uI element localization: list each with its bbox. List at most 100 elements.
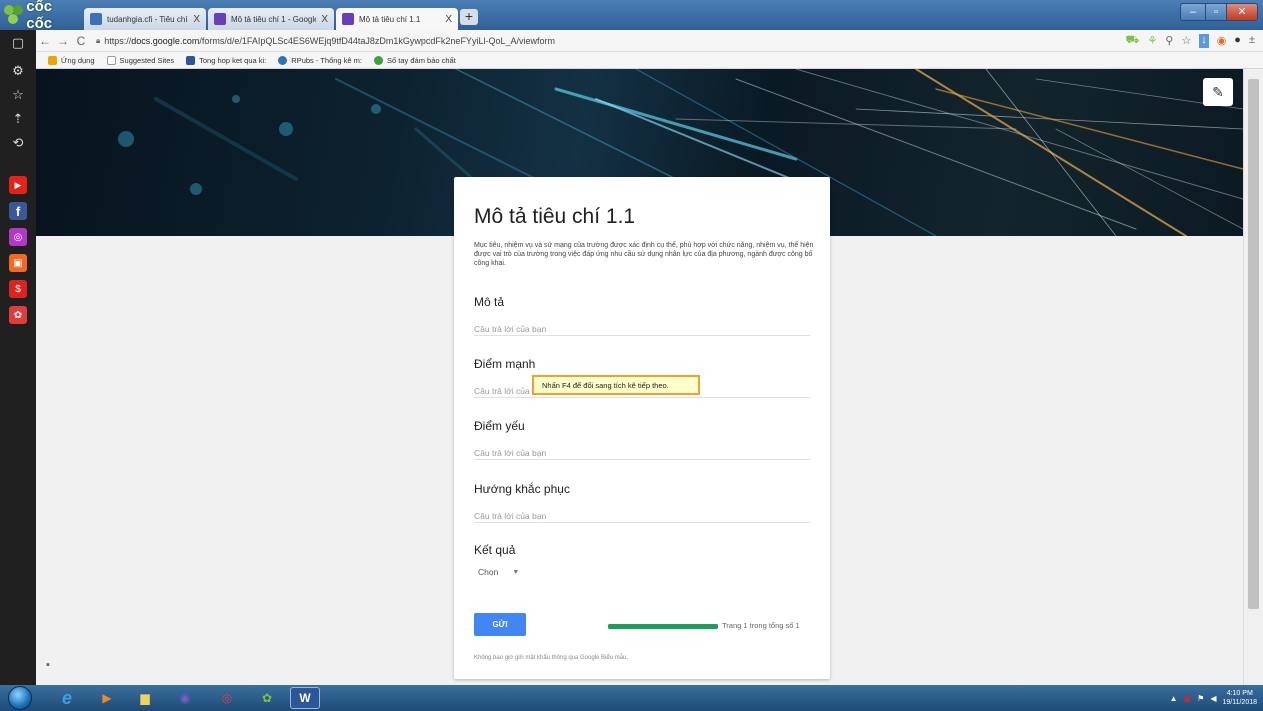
windows-taskbar: e ▶ ▆ ◉ ◎ ✿ W ▲ ▣ ⚑ ◀ 4:10 PM 19/11/2018 bbox=[0, 685, 1263, 711]
url-text: https://docs.google.com/forms/d/e/1FAIpQ… bbox=[104, 35, 555, 46]
word-icon[interactable]: W bbox=[290, 687, 320, 709]
question-ket-qua: Kết quả Chọn ▼ bbox=[474, 543, 810, 577]
form-title: Mô tả tiêu chí 1.1 bbox=[474, 205, 636, 228]
download-icon[interactable]: ↓ bbox=[1199, 34, 1209, 48]
close-tab-icon[interactable]: X bbox=[193, 14, 200, 25]
forms-favicon-icon bbox=[342, 13, 354, 25]
rpubs-icon bbox=[278, 55, 288, 65]
url-field[interactable]: 🔒︎ https://docs.google.com/forms/d/e/1FA… bbox=[96, 36, 555, 46]
back-icon[interactable]: ← bbox=[36, 34, 54, 48]
tray-arrow-icon[interactable]: ▲ bbox=[1170, 694, 1178, 703]
bookmark-tong-hop[interactable]: Tong hop ket qua ki: bbox=[186, 55, 266, 65]
bookmarks-star-icon[interactable]: ☆ bbox=[9, 86, 27, 104]
tab-label: tudanhgia.cfi - Tiêu chí 1 bbox=[107, 14, 189, 24]
keyboard-hint-tooltip: Nhấn F4 để đổi sang tích kê tiếp theo. bbox=[532, 375, 700, 395]
toolbar-icons: ⛟ ⚘ ⚲ ☆ ↓ ◉ ● ± bbox=[1126, 34, 1255, 48]
tab-active-form[interactable]: Mô tả tiêu chí 1.1 X bbox=[336, 8, 458, 30]
form-page: ✎ Mô tả tiêu chí 1.1 Mục tiêu, nhiệm vụ … bbox=[36, 69, 1243, 685]
cart-icon[interactable]: ⛟ bbox=[1126, 34, 1140, 48]
answer-diem-yeu-input[interactable] bbox=[474, 446, 810, 460]
history-icon[interactable]: ⟲ bbox=[9, 134, 27, 152]
form-card: Mô tả tiêu chí 1.1 Mục tiêu, nhiệm vụ và… bbox=[454, 177, 830, 679]
question-label: Điểm yếu bbox=[474, 419, 525, 433]
zoom-icon[interactable]: ⚲ bbox=[1165, 34, 1173, 48]
forward-icon[interactable]: → bbox=[54, 34, 72, 48]
tabs-panel-icon[interactable]: ▢ bbox=[9, 34, 27, 52]
tab-google-form[interactable]: Mô tả tiêu chí 1 - Google X bbox=[208, 8, 334, 30]
answer-mo-ta-input[interactable] bbox=[474, 322, 810, 336]
question-label: Điểm mạnh bbox=[474, 357, 536, 371]
action-center-icon[interactable]: ⚑ bbox=[1197, 694, 1204, 703]
question-diem-yeu: Điểm yếu bbox=[474, 419, 810, 461]
scrollbar-thumb[interactable] bbox=[1248, 79, 1259, 609]
close-window-button[interactable]: ✕ bbox=[1226, 3, 1258, 21]
minimize-button[interactable]: – bbox=[1180, 3, 1206, 21]
page-count: Trang 1 trong tổng số 1 bbox=[722, 621, 800, 630]
shopping-icon[interactable]: ▣ bbox=[9, 254, 27, 272]
dropdown-selected: Chọn bbox=[478, 567, 499, 577]
answer-huong-khac-phuc-input[interactable] bbox=[474, 509, 810, 523]
page-scrollbar[interactable] bbox=[1243, 69, 1263, 685]
progress-fill bbox=[608, 624, 718, 629]
volume-icon[interactable]: ◀ bbox=[1210, 694, 1216, 703]
facebook-icon[interactable]: f bbox=[9, 202, 27, 220]
extensions-icon[interactable]: ⚙ bbox=[9, 62, 27, 80]
lock-icon: 🔒︎ bbox=[96, 35, 101, 45]
bookmark-suggested-sites[interactable]: Suggested Sites bbox=[106, 55, 174, 65]
tab-tudanhgia[interactable]: tudanhgia.cfi - Tiêu chí 1 X bbox=[84, 8, 206, 30]
forms-favicon-icon bbox=[214, 13, 226, 25]
brand-name: cốc cốc bbox=[26, 0, 53, 32]
question-huong-khac-phuc: Hướng khắc phục bbox=[474, 482, 810, 524]
coccoc-brand[interactable]: cốc cốc bbox=[4, 0, 80, 32]
ket-qua-dropdown[interactable]: Chọn ▼ bbox=[478, 567, 810, 577]
start-button[interactable] bbox=[8, 686, 32, 710]
password-warning: Không bao giờ gửi mật khẩu thông qua Goo… bbox=[474, 655, 629, 661]
tab-label: Mô tả tiêu chí 1.1 bbox=[359, 14, 421, 24]
sheet-favicon-icon bbox=[90, 13, 102, 25]
downloads-icon[interactable]: ⇡ bbox=[9, 110, 27, 128]
maximize-button[interactable]: ▫ bbox=[1205, 3, 1227, 21]
question-label: Mô tả bbox=[474, 295, 505, 309]
youtube-icon[interactable]: ▶ bbox=[9, 176, 27, 194]
clock[interactable]: 4:10 PM 19/11/2018 bbox=[1222, 689, 1257, 707]
account-icon[interactable]: ● bbox=[1234, 34, 1241, 48]
browser-sidebar: ▢ ⚙ ☆ ⇡ ⟲ ▶ f ◎ ▣ $ ✿ bbox=[0, 30, 36, 685]
chrome-icon[interactable]: ◎ bbox=[212, 687, 242, 709]
word-doc-icon bbox=[186, 55, 196, 65]
submit-button[interactable]: GỬI bbox=[474, 613, 526, 636]
deals-icon[interactable]: $ bbox=[9, 280, 27, 298]
internet-explorer-icon[interactable]: e bbox=[52, 687, 82, 709]
reload-icon[interactable]: C bbox=[72, 34, 90, 48]
clock-time: 4:10 PM bbox=[1226, 690, 1253, 697]
extension-icon[interactable]: ◉ bbox=[1217, 34, 1227, 48]
bookmark-rpubs[interactable]: RPubs - Thống kê m: bbox=[278, 55, 362, 65]
browser-titlebar: cốc cốc tudanhgia.cfi - Tiêu chí 1 X Mô … bbox=[0, 0, 1263, 32]
coccoc-taskbar-icon[interactable]: ✿ bbox=[252, 687, 282, 709]
bookmark-so-tay[interactable]: Số tay đám bảo chất bbox=[374, 55, 456, 65]
antivirus-icon[interactable]: ▣ bbox=[1184, 694, 1192, 703]
question-label: Hướng khắc phục bbox=[474, 482, 570, 496]
close-tab-icon[interactable]: X bbox=[445, 14, 452, 25]
bookmarks-bar: Ứng dụng Suggested Sites Tong hop ket qu… bbox=[36, 52, 1263, 69]
edit-pencil-icon[interactable]: ✎ bbox=[1203, 78, 1233, 106]
file-explorer-icon[interactable]: ▆ bbox=[130, 687, 160, 709]
gift-icon[interactable]: ✿ bbox=[9, 306, 27, 324]
dropdown-caret-icon: ▼ bbox=[512, 568, 520, 576]
feedback-icon[interactable]: ▪ bbox=[46, 659, 50, 671]
tab-label: Mô tả tiêu chí 1 - Google bbox=[231, 14, 317, 24]
media-player-icon[interactable]: ▶ bbox=[92, 687, 122, 709]
menu-icon[interactable]: ± bbox=[1249, 34, 1255, 48]
viber-icon[interactable]: ◉ bbox=[170, 687, 200, 709]
messenger-icon[interactable]: ◎ bbox=[9, 228, 27, 246]
star-icon[interactable]: ☆ bbox=[1181, 34, 1191, 48]
address-bar: ← → C 🔒︎ https://docs.google.com/forms/d… bbox=[36, 30, 1263, 52]
close-tab-icon[interactable]: X bbox=[321, 14, 328, 25]
apps-grid-icon bbox=[48, 55, 57, 65]
page-icon bbox=[106, 55, 116, 65]
clock-date: 19/11/2018 bbox=[1222, 699, 1257, 706]
leaf-icon[interactable]: ⚘ bbox=[1147, 34, 1157, 48]
bookmark-apps[interactable]: Ứng dụng bbox=[48, 55, 95, 65]
form-description: Mục tiêu, nhiệm vụ và sứ mạng của trường… bbox=[474, 242, 814, 267]
system-tray: ▲ ▣ ⚑ ◀ 4:10 PM 19/11/2018 bbox=[1170, 687, 1257, 709]
new-tab-button[interactable]: + bbox=[460, 9, 478, 25]
